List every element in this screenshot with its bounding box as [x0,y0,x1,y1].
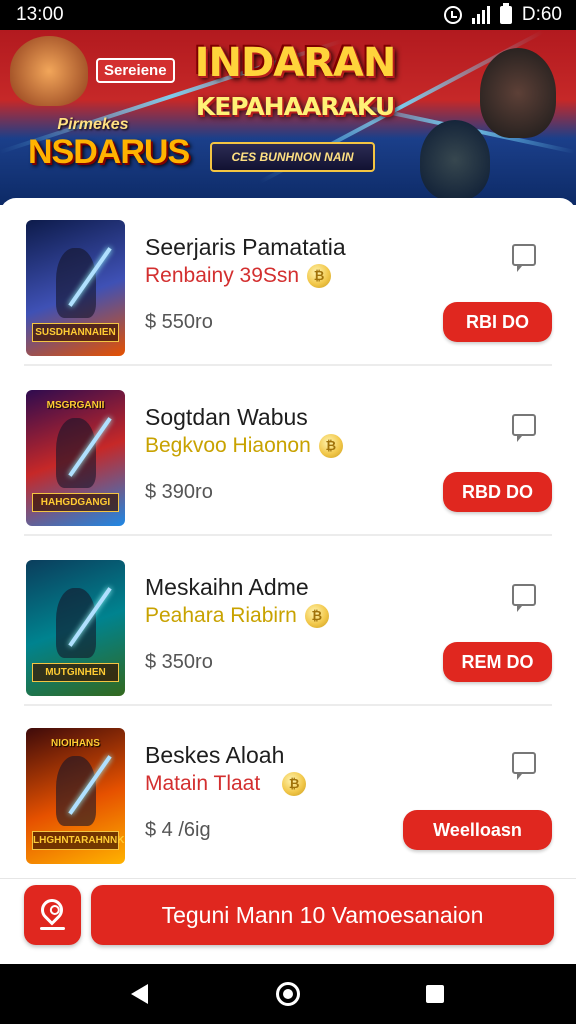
status-right-text: D:60 [521,4,562,25]
banner-hero-right [480,48,556,138]
thumbnail-caption: SUSDHANNAIEN [32,323,119,342]
thumbnail-caption: HAHGDGANGI [32,493,119,512]
product-price: $ 550ro [145,311,213,333]
banner-logo: Pirmekes NSDARUS [28,116,190,171]
home-icon[interactable] [276,982,300,1006]
message-icon[interactable] [512,244,536,272]
alarm-icon [443,6,462,24]
buy-button[interactable]: RBD DO [443,472,552,512]
thumbnail-top-text: MSGRGANII [46,400,105,411]
location-pin-icon [36,894,68,926]
bottom-action-bar: Teguni Mann 10 Vamoesanaion [0,878,576,964]
buy-button[interactable]: RBI DO [443,302,552,342]
product-list: SUSDHANNAIEN Seerjaris Pamatatia Renbain… [0,198,576,878]
product-title: Beskes Aloah [145,742,285,768]
product-subtitle-text: Begkvoo Hiaonon [145,434,311,457]
product-subtitle-text: Peahara Riabirn [145,604,297,627]
status-icons: D:60 [443,3,562,26]
product-title: Sogtdan Wabus [145,404,308,430]
divider [24,534,552,536]
banner-subtitle: KEPAHAARAKU [195,92,395,121]
thumbnail-top-text: NIOIHANS [51,738,100,749]
product-subtitle: Matain Tlaat ₿ [145,772,307,797]
coin-icon: ₿ [282,772,307,797]
banner-ribbon: CES BUNHNON NAIN [210,142,375,172]
recents-icon[interactable] [426,985,444,1003]
message-icon[interactable] [512,752,536,780]
product-title: Meskaihn Adme [145,574,309,600]
list-item[interactable]: SUSDHANNAIEN Seerjaris Pamatatia Renbain… [0,198,576,366]
banner-tag: Sereiene [96,58,175,83]
thumbnail-caption: LHGHNTARAHNNK [32,831,124,850]
product-subtitle-text: Matain Tlaat [145,772,261,795]
product-subtitle-text: Renbainy 39Ssn [145,264,300,287]
product-price: $ 4 /6ig [145,819,211,841]
banner-hero-left [10,36,88,106]
product-thumbnail[interactable]: NIOIHANS LHGHNTARAHNNK [26,728,125,864]
product-subtitle: Renbainy 39Ssn ₿ [145,264,332,289]
coin-icon: ₿ [318,434,343,459]
back-icon[interactable] [131,984,148,1004]
divider [24,364,552,366]
thumbnail-caption: MUTGINHEN [32,663,119,682]
product-subtitle: Peahara Riabirn ₿ [145,604,329,629]
product-price: $ 350ro [145,651,213,673]
product-subtitle: Begkvoo Hiaonon ₿ [145,434,343,459]
thumbnail-figure [56,756,96,826]
message-icon[interactable] [512,414,536,442]
thumbnail-figure [56,248,96,318]
coin-icon: ₿ [304,604,329,629]
status-bar: 13:00 D:60 [0,0,576,30]
list-item[interactable]: MSGRGANII HAHGDGANGI Sogtdan Wabus Begkv… [0,368,576,536]
product-title: Seerjaris Pamatatia [145,234,346,260]
banner-hero-right-2 [420,120,490,200]
promo-banner[interactable]: Sereiene INDARAN KEPAHAARAKU CES BUNHNON… [0,30,576,205]
buy-button[interactable]: REM DO [443,642,552,682]
banner-logo-main: NSDARUS [28,133,190,171]
status-time: 13:00 [16,4,64,25]
list-item[interactable]: MUTGINHEN Meskaihn Adme Peahara Riabirn ₿… [0,538,576,706]
product-thumbnail[interactable]: MSGRGANII HAHGDGANGI [26,390,125,526]
welcome-button[interactable]: Weelloasn [403,810,552,850]
thumbnail-figure [56,588,96,658]
product-price: $ 390ro [145,481,213,503]
main-cta-button[interactable]: Teguni Mann 10 Vamoesanaion [91,885,554,945]
product-thumbnail[interactable]: MUTGINHEN [26,560,125,696]
battery-icon [499,3,512,24]
location-pin-base [40,927,65,930]
location-button[interactable] [24,885,81,945]
coin-icon: ₿ [307,264,332,289]
banner-logo-top: Pirmekes [57,116,129,133]
product-thumbnail[interactable]: SUSDHANNAIEN [26,220,125,356]
banner-title: INDARAN [194,40,397,86]
list-item[interactable]: NIOIHANS LHGHNTARAHNNK Beskes Aloah Mata… [0,706,576,874]
system-nav-bar [0,964,576,1024]
message-icon[interactable] [512,584,536,612]
thumbnail-figure [56,418,96,488]
signal-icon [471,6,490,24]
